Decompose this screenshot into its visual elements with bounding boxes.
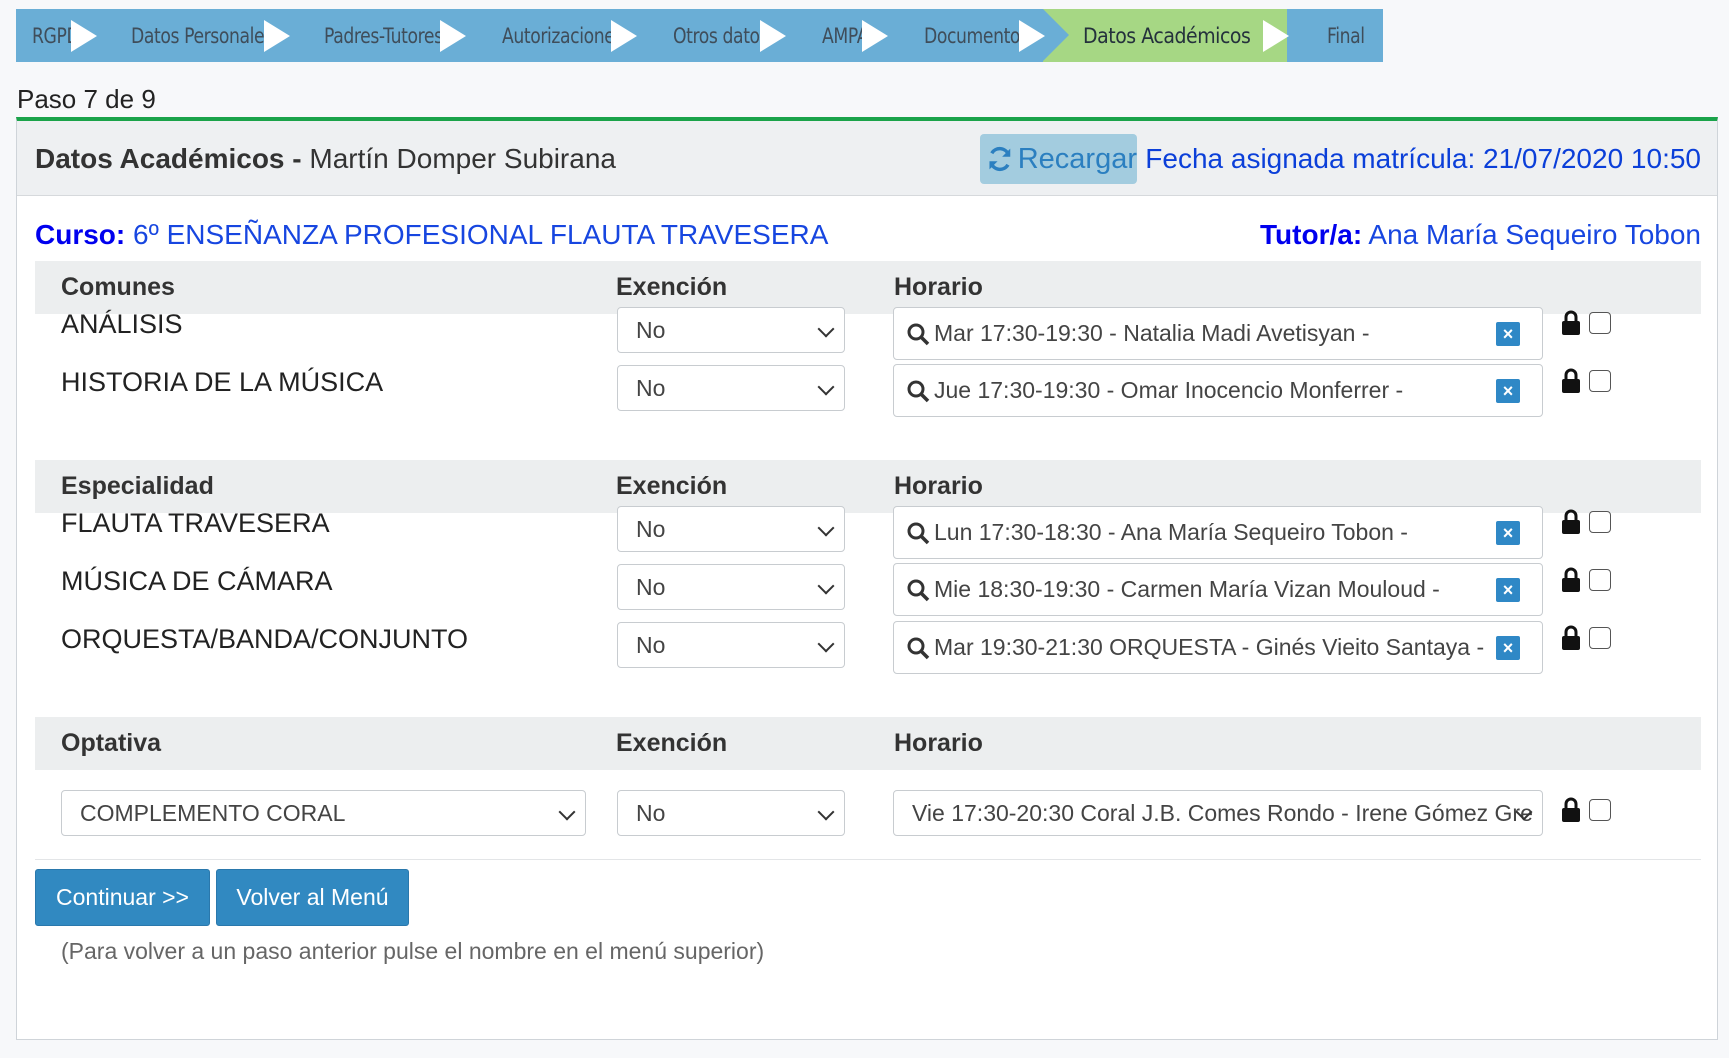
arrow-icon [1263, 19, 1289, 52]
horario-field[interactable]: Lun 17:30-18:30 - Ana María Sequeiro Tob… [893, 506, 1543, 559]
wizard-step-padres-tutores[interactable]: Padres-Tutores [288, 9, 466, 62]
refresh-icon [989, 146, 1011, 172]
exencion-select[interactable]: No [617, 790, 845, 836]
clear-x-icon[interactable]: × [1496, 636, 1520, 660]
horario-field[interactable]: Mie 18:30-19:30 - Carmen María Vizan Mou… [893, 563, 1543, 616]
chevron-down-icon [817, 577, 835, 595]
step-wizard: RGPD Datos Personales Padres-Tutores Aut… [16, 9, 1383, 62]
navigation-hint: (Para volver a un paso anterior pulse el… [61, 938, 765, 964]
arrow-icon [611, 19, 637, 52]
lock-icon [1562, 368, 1580, 393]
tutor-info: Tutor/a: Ana María Sequeiro Tobon [1260, 219, 1701, 250]
search-icon [907, 323, 930, 345]
continue-button[interactable]: Continuar >> [35, 869, 210, 926]
academic-panel: Datos Académicos - Martín Domper Subiran… [16, 117, 1718, 1040]
wizard-step-otros-datos[interactable]: Otros datos [635, 9, 786, 62]
subject-label: ORQUESTA/BANDA/CONJUNTO [61, 624, 469, 654]
exencion-select[interactable]: No [617, 564, 845, 610]
lock-checkbox[interactable] [1589, 799, 1611, 821]
reload-button[interactable]: Recargar [980, 134, 1137, 184]
arrow-icon [71, 19, 97, 52]
search-icon [907, 522, 930, 544]
exencion-select[interactable]: No [617, 307, 845, 353]
step-indicator: Paso 7 de 9 [17, 84, 156, 114]
section-header-optativa: Optativa Exención Horario [35, 717, 1701, 770]
clear-x-icon[interactable]: × [1496, 521, 1520, 545]
chevron-down-icon [817, 635, 835, 653]
search-icon [907, 579, 930, 601]
course-info: Curso: 6º ENSEÑANZA PROFESIONAL FLAUTA T… [35, 219, 829, 250]
subject-label: MÚSICA DE CÁMARA [61, 566, 333, 596]
exencion-select[interactable]: No [617, 622, 845, 668]
chevron-down-icon [558, 803, 576, 821]
arrow-icon [1019, 19, 1045, 52]
clear-x-icon[interactable]: × [1496, 578, 1520, 602]
enrollment-date: Fecha asignada matrícula: 21/07/2020 10:… [1145, 143, 1701, 174]
subject-label: HISTORIA DE LA MÚSICA [61, 367, 384, 397]
horario-field[interactable]: Jue 17:30-19:30 - Omar Inocencio Monferr… [893, 364, 1543, 417]
chevron-down-icon [817, 378, 835, 396]
lock-checkbox[interactable] [1589, 511, 1611, 533]
lock-icon [1562, 310, 1580, 335]
wizard-step-autorizaciones[interactable]: Autorizaciones [464, 9, 637, 62]
horario-select[interactable]: Vie 17:30-20:30 Coral J.B. Comes Rondo -… [893, 790, 1543, 836]
lock-icon [1562, 625, 1580, 650]
lock-icon [1562, 797, 1580, 822]
chevron-down-icon [817, 803, 835, 821]
search-icon [907, 380, 930, 402]
lock-checkbox[interactable] [1589, 312, 1611, 334]
lock-icon [1562, 567, 1580, 592]
wizard-step-documentos[interactable]: Documentos [886, 9, 1045, 62]
exencion-select[interactable]: No [617, 506, 845, 552]
lock-checkbox[interactable] [1589, 569, 1611, 591]
search-icon [907, 637, 930, 659]
optativa-select[interactable]: COMPLEMENTO CORAL [61, 790, 586, 836]
lock-checkbox[interactable] [1589, 627, 1611, 649]
wizard-step-ampa[interactable]: AMPA [784, 9, 888, 62]
arrow-icon [760, 19, 786, 52]
clear-x-icon[interactable]: × [1496, 379, 1520, 403]
wizard-step-datos-academicos[interactable]: Datos Académicos [1043, 9, 1289, 62]
lock-checkbox[interactable] [1589, 370, 1611, 392]
arrow-icon [440, 19, 466, 52]
arrow-icon [862, 19, 888, 52]
exencion-select[interactable]: No [617, 365, 845, 411]
chevron-down-icon [817, 320, 835, 338]
panel-header: Datos Académicos - Martín Domper Subiran… [17, 121, 1717, 196]
lock-icon [1562, 509, 1580, 534]
panel-title: Datos Académicos - Martín Domper Subiran… [35, 143, 616, 174]
divider [35, 859, 1701, 860]
chevron-down-icon [817, 519, 835, 537]
subject-label: ANÁLISIS [61, 309, 183, 339]
subject-label: FLAUTA TRAVESERA [61, 508, 330, 538]
clear-x-icon[interactable]: × [1496, 322, 1520, 346]
wizard-step-rgpd[interactable]: RGPD [16, 9, 97, 62]
wizard-step-final[interactable]: Final [1287, 9, 1383, 62]
wizard-step-datos-personales[interactable]: Datos Personales [95, 9, 290, 62]
horario-field[interactable]: Mar 19:30-21:30 ORQUESTA - Ginés Vieito … [893, 621, 1543, 674]
horario-field[interactable]: Mar 17:30-19:30 - Natalia Madi Avetisyan… [893, 307, 1543, 360]
back-to-menu-button[interactable]: Volver al Menú [216, 869, 409, 926]
arrow-icon [264, 19, 290, 52]
